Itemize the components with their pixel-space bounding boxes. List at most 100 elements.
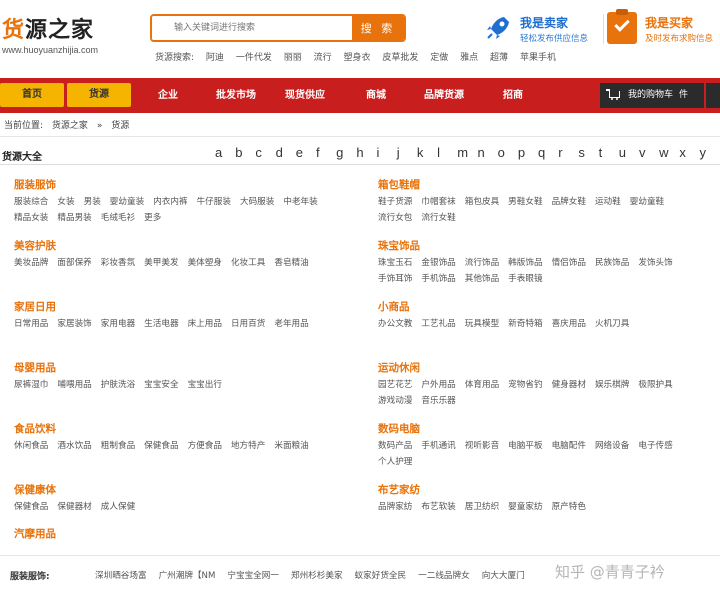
bottom-shop-link[interactable]: 深圳晒谷场富 [95, 571, 147, 581]
hot-search-item[interactable]: 苹果手机 [520, 53, 556, 63]
category-title[interactable]: 汽摩用品 [14, 527, 344, 542]
category-link[interactable]: 服装综合 [14, 194, 48, 210]
category-link[interactable]: 流行女鞋 [421, 210, 455, 226]
letter-link[interactable]: c [255, 145, 275, 160]
category-link[interactable]: 品牌家纺 [378, 499, 412, 515]
category-link[interactable]: 香皂精油 [274, 255, 308, 271]
category-link[interactable]: 男装 [84, 194, 101, 210]
nav-item-investment[interactable]: 招商 [503, 78, 523, 113]
letter-link[interactable]: g [336, 145, 356, 160]
category-title[interactable]: 箱包鞋帽 [378, 178, 708, 193]
category-link[interactable]: 哺喂用品 [57, 377, 91, 393]
letter-link[interactable]: o [498, 145, 518, 160]
category-link[interactable]: 婴幼童装 [110, 194, 144, 210]
category-link[interactable]: 韩版饰品 [508, 255, 542, 271]
category-title[interactable]: 布艺家纺 [378, 483, 708, 498]
category-link[interactable]: 工艺礼品 [421, 316, 455, 332]
category-link[interactable]: 酒水饮品 [57, 438, 91, 454]
category-link[interactable]: 精品男装 [57, 210, 91, 226]
nav-item-enterprise[interactable]: 企业 [158, 78, 178, 113]
hot-search-item[interactable]: 定做 [430, 53, 448, 63]
seller-promo[interactable]: 我是卖家 轻松发布供应信息 [480, 12, 604, 48]
category-link[interactable]: 音乐乐器 [421, 393, 455, 409]
category-link[interactable]: 面部保养 [57, 255, 91, 271]
bottom-shop-link[interactable]: 广州潮牌【NM [159, 571, 216, 581]
category-link[interactable]: 手机通讯 [421, 438, 455, 454]
category-link[interactable]: 火机刀具 [595, 316, 629, 332]
category-link[interactable]: 流行饰品 [465, 255, 499, 271]
letter-link[interactable]: x [679, 145, 699, 160]
category-link[interactable]: 布艺软装 [421, 499, 455, 515]
letter-link[interactable]: f [316, 145, 336, 160]
category-link[interactable]: 内衣内裤 [153, 194, 187, 210]
category-title[interactable]: 珠宝饰品 [378, 239, 708, 254]
letter-link[interactable]: d [276, 145, 296, 160]
letter-link[interactable]: e [296, 145, 316, 160]
category-link[interactable]: 珠宝玉石 [378, 255, 412, 271]
category-link[interactable]: 美体塑身 [188, 255, 222, 271]
breadcrumb-home[interactable]: 货源之家 [52, 121, 88, 131]
letter-link[interactable]: n [477, 145, 497, 160]
category-link[interactable]: 休闲食品 [14, 438, 48, 454]
letter-link[interactable]: j [397, 145, 417, 160]
category-link[interactable]: 中老年装 [283, 194, 317, 210]
category-link[interactable]: 运动鞋 [595, 194, 621, 210]
hot-search-item[interactable]: 皮草批发 [382, 53, 418, 63]
buyer-promo[interactable]: 我是买家 及时发布求购信息 [605, 9, 720, 48]
nav-item-wholesale-market[interactable]: 批发市场 [216, 78, 256, 113]
category-title[interactable]: 运动休闲 [378, 361, 708, 376]
category-link[interactable]: 户外用品 [421, 377, 455, 393]
category-link[interactable]: 原产特色 [552, 499, 586, 515]
letter-link[interactable]: q [538, 145, 558, 160]
category-link[interactable]: 流行女包 [378, 210, 412, 226]
category-link[interactable]: 保健器材 [57, 499, 91, 515]
letter-link[interactable]: t [599, 145, 619, 160]
category-link[interactable]: 老年用品 [274, 316, 308, 332]
hot-search-item[interactable]: 丽丽 [284, 53, 302, 63]
bottom-shop-link[interactable]: 一二线品牌女 [418, 571, 470, 581]
category-link[interactable]: 地方特产 [231, 438, 265, 454]
category-title[interactable]: 服装服饰 [14, 178, 344, 193]
category-link[interactable]: 办公文教 [378, 316, 412, 332]
category-title[interactable]: 美容护肤 [14, 239, 344, 254]
category-link[interactable]: 化妆工具 [231, 255, 265, 271]
category-link[interactable]: 护肤洗浴 [101, 377, 135, 393]
hot-search-item[interactable]: 阿迪 [206, 53, 224, 63]
letter-link[interactable]: s [578, 145, 598, 160]
letter-link[interactable]: w [659, 145, 679, 160]
letter-link[interactable]: p [518, 145, 538, 160]
category-link[interactable]: 婴幼童鞋 [630, 194, 664, 210]
category-link[interactable]: 金银饰品 [421, 255, 455, 271]
category-link[interactable]: 保健食品 [14, 499, 48, 515]
category-link[interactable]: 毛绒毛衫 [101, 210, 135, 226]
category-link[interactable]: 方便食品 [188, 438, 222, 454]
category-title[interactable]: 食品饮料 [14, 422, 344, 437]
category-link[interactable]: 成人保健 [101, 499, 135, 515]
category-link[interactable]: 民族饰品 [595, 255, 629, 271]
search-input[interactable] [152, 16, 352, 40]
category-link[interactable]: 手机饰品 [421, 271, 455, 287]
category-link[interactable]: 体育用品 [465, 377, 499, 393]
hot-search-item[interactable]: 超薄 [490, 53, 508, 63]
search-button[interactable]: 搜 索 [352, 16, 404, 40]
category-link[interactable]: 日用百货 [231, 316, 265, 332]
nav-item-brand-supply[interactable]: 品牌货源 [424, 78, 464, 113]
category-link[interactable]: 娱乐棋牌 [595, 377, 629, 393]
letter-link[interactable]: k [417, 145, 437, 160]
category-link[interactable]: 粗制食品 [101, 438, 135, 454]
category-link[interactable]: 精品女装 [14, 210, 48, 226]
letter-link[interactable]: b [235, 145, 255, 160]
letter-link[interactable]: h [356, 145, 376, 160]
category-link[interactable]: 鞋子货源 [378, 194, 412, 210]
category-link[interactable]: 家用电器 [101, 316, 135, 332]
category-link[interactable]: 园艺花艺 [378, 377, 412, 393]
nav-item-mall[interactable]: 商城 [366, 78, 386, 113]
category-link[interactable]: 居卫纺织 [465, 499, 499, 515]
letter-link[interactable]: r [558, 145, 578, 160]
category-link[interactable]: 手饰耳饰 [378, 271, 412, 287]
hot-search-item[interactable]: 流行 [314, 53, 332, 63]
nav-supply-button[interactable]: 货源 [67, 83, 131, 107]
category-link[interactable]: 更多 [144, 210, 161, 226]
hot-search-item[interactable]: 雅点 [460, 53, 478, 63]
category-title[interactable]: 母婴用品 [14, 361, 344, 376]
